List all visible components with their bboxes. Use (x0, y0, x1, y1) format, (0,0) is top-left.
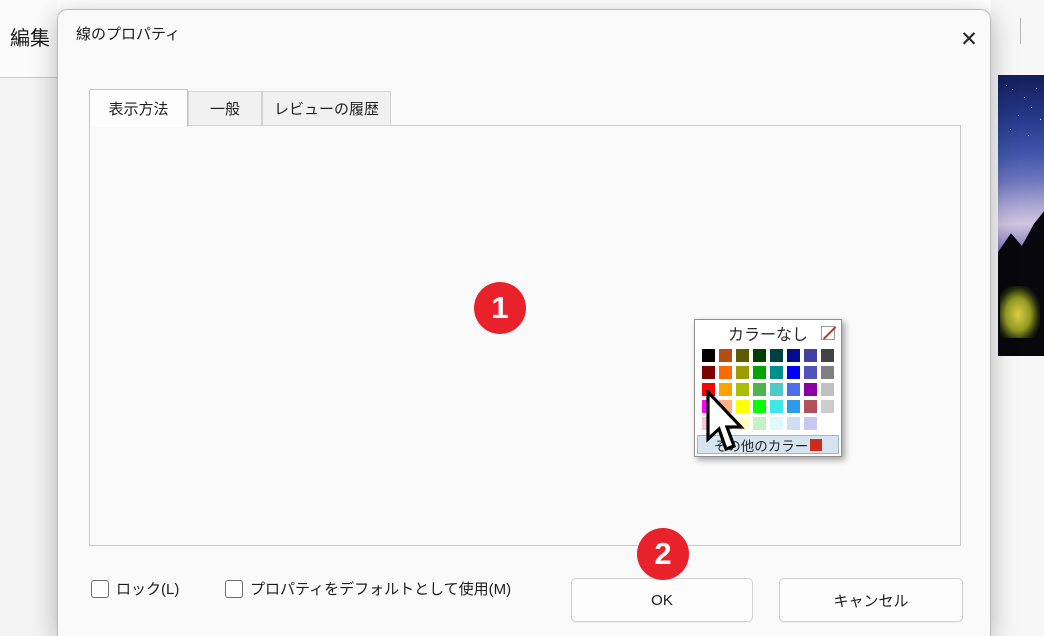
no-color-icon (821, 326, 835, 340)
palette-swatch[interactable] (770, 417, 783, 430)
tab-label: レビューの履歴 (274, 98, 379, 119)
palette-swatch[interactable] (821, 366, 834, 379)
palette-swatch[interactable] (702, 349, 715, 362)
palette-swatch[interactable] (804, 383, 817, 396)
palette-swatch[interactable] (770, 366, 783, 379)
dialog-title: 線のプロパティ (76, 23, 180, 44)
palette-swatch[interactable] (804, 349, 817, 362)
cancel-button[interactable]: キャンセル (779, 578, 963, 622)
lit-tree (1000, 286, 1040, 338)
document-page-thumbnail (998, 75, 1044, 356)
tab-label: 一般 (210, 98, 240, 119)
tab-general[interactable]: 一般 (188, 91, 262, 126)
palette-swatch[interactable] (770, 400, 783, 413)
palette-swatch[interactable] (736, 349, 749, 362)
no-color-option[interactable]: カラーなし (695, 320, 841, 346)
lock-checkbox[interactable]: ロック(L) (91, 578, 179, 599)
palette-swatch[interactable] (787, 400, 800, 413)
palette-swatch[interactable] (702, 366, 715, 379)
no-color-label: カラーなし (728, 321, 808, 345)
palette-swatch[interactable] (753, 400, 766, 413)
palette-swatch[interactable] (821, 400, 834, 413)
background-divider (0, 77, 57, 78)
palette-swatch[interactable] (821, 383, 834, 396)
screen: 編集 線のプロパティ ✕ 表示方法 一般 レビューの履歴 始点(R) : なし … (0, 0, 1044, 636)
palette-swatch[interactable] (821, 349, 834, 362)
background-panel-left (0, 78, 57, 636)
tab-review-history[interactable]: レビューの履歴 (262, 91, 391, 126)
palette-swatch[interactable] (770, 383, 783, 396)
stars-decoration (1006, 85, 1007, 86)
use-as-default-checkbox[interactable]: プロパティをデフォルトとして使用(M) (225, 578, 511, 599)
palette-swatch[interactable] (770, 349, 783, 362)
tab-label: 表示方法 (108, 98, 168, 119)
palette-swatch[interactable] (787, 417, 800, 430)
palette-swatch[interactable] (804, 417, 817, 430)
background-toolbar-separator (1020, 18, 1021, 44)
annotation-step-1-badge: 1 (474, 282, 526, 334)
palette-swatch[interactable] (753, 383, 766, 396)
lock-checkbox-label: ロック(L) (116, 578, 179, 599)
close-icon[interactable]: ✕ (948, 20, 990, 60)
palette-swatch[interactable] (821, 417, 834, 430)
palette-swatch[interactable] (787, 349, 800, 362)
use-as-default-checkbox-label: プロパティをデフォルトとして使用(M) (250, 578, 511, 599)
palette-swatch[interactable] (753, 349, 766, 362)
palette-swatch[interactable] (719, 349, 732, 362)
tab-display-method[interactable]: 表示方法 (89, 89, 188, 127)
other-colors-swatch (810, 439, 822, 451)
mouse-cursor-icon (706, 390, 746, 454)
palette-swatch[interactable] (753, 366, 766, 379)
palette-swatch[interactable] (753, 417, 766, 430)
palette-swatch[interactable] (787, 366, 800, 379)
edit-menu-label[interactable]: 編集 (10, 22, 50, 51)
palette-swatch[interactable] (787, 383, 800, 396)
ok-button[interactable]: OK (571, 578, 753, 622)
palette-swatch[interactable] (804, 366, 817, 379)
checkbox-box[interactable] (225, 580, 243, 598)
annotation-step-2-badge: 2 (637, 528, 689, 580)
checkbox-box[interactable] (91, 580, 109, 598)
palette-swatch[interactable] (719, 366, 732, 379)
palette-swatch[interactable] (736, 366, 749, 379)
palette-swatch[interactable] (804, 400, 817, 413)
line-properties-dialog: 線のプロパティ ✕ 表示方法 一般 レビューの履歴 始点(R) : なし 終点(… (57, 9, 991, 636)
